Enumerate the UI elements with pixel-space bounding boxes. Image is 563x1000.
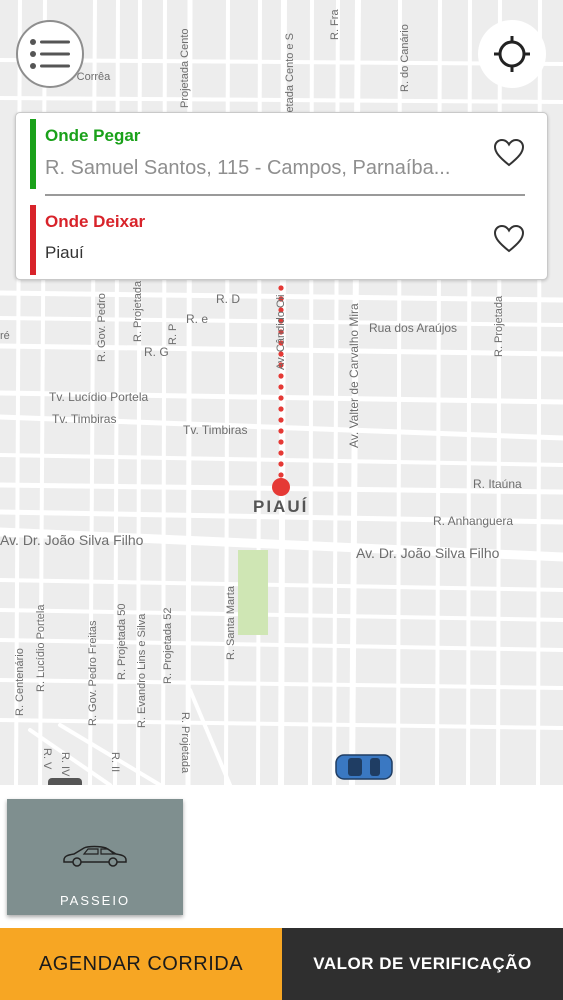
street-label: R. IV (59, 752, 71, 777)
pickup-field[interactable]: Onde Pegar R. Samuel Santos, 115 - Campo… (16, 117, 547, 193)
pickup-indicator (30, 119, 36, 189)
street-label: R. G (144, 345, 169, 359)
pickup-title: Onde Pegar (45, 126, 141, 145)
street-label: R. Projetada (493, 295, 505, 357)
street-label: R. Gov. Pedro Freitas (87, 620, 99, 726)
street-label: R. Projetada 52 (162, 607, 174, 684)
street-label: R. Projetada (179, 712, 191, 774)
street-label: Tv. Timbiras (183, 423, 248, 437)
menu-list-icon (30, 39, 70, 69)
street-label: Av. Dr. João Silva Filho (356, 545, 500, 561)
street-label: R. do Canário (399, 24, 411, 92)
street-label: R. Lucídio Portela (35, 604, 47, 692)
vehicle-label: PASSEIO (59, 893, 131, 908)
favorite-dropoff-heart-icon[interactable] (493, 223, 525, 255)
street-label: Rua dos Araújos (369, 321, 458, 335)
favorite-pickup-heart-icon[interactable] (493, 137, 525, 169)
street-label: Tv. Timbiras (52, 412, 117, 426)
crosshair-icon (494, 36, 530, 72)
dropoff-indicator (30, 205, 36, 275)
street-label: R. Projetada 50 (116, 603, 128, 680)
street-label: R. Anhanguera (433, 514, 514, 528)
street-label: R. Fra (329, 9, 341, 40)
street-label: R. D (216, 292, 240, 306)
street-label: R. P (167, 323, 179, 345)
street-label: R. Projetada (132, 280, 144, 342)
street-label: R. Centenário (14, 648, 26, 716)
street-label: R. V (41, 748, 53, 770)
street-label: jetada Cento e S (284, 33, 296, 115)
address-card: Onde Pegar R. Samuel Santos, 115 - Campo… (15, 112, 548, 280)
car-marker-partial (48, 778, 82, 785)
street-label: Tv. Lucídio Portela (49, 390, 149, 404)
district-label: PIAUÍ (253, 497, 309, 516)
dropoff-title: Onde Deixar (45, 212, 146, 231)
dropoff-address[interactable]: Piauí (45, 243, 475, 263)
street-label: R. e (186, 312, 209, 326)
card-divider (45, 194, 525, 196)
street-label: Av. Valter de Carvalho Mira (347, 303, 361, 448)
menu-button[interactable] (16, 20, 84, 88)
check-price-button[interactable]: VALOR DE VERIFICAÇÃO (282, 928, 563, 1000)
street-label: R. Evandro Lins e Silva (136, 613, 148, 728)
street-label: Av. Dr. João Silva Filho (0, 532, 144, 548)
schedule-ride-button[interactable]: AGENDAR CORRIDA (0, 928, 282, 1000)
street-label: ré (0, 330, 10, 342)
street-label: R. Itaúna (473, 477, 522, 491)
street-label: R. Gov. Pedro (96, 293, 108, 362)
street-label: Projetada Cento (179, 28, 191, 109)
car-marker (335, 754, 393, 780)
car-icon (63, 845, 127, 867)
street-label: Av. Cândido Oli (275, 294, 287, 370)
street-label: R. Santa Marta (225, 586, 237, 660)
park-area (238, 550, 268, 635)
destination-pin (272, 478, 290, 496)
pickup-address[interactable]: R. Samuel Santos, 115 - Campos, Parnaíba… (45, 157, 475, 180)
dropoff-field[interactable]: Onde Deixar Piauí (16, 203, 547, 279)
street-label: R. II (109, 752, 121, 773)
gps-button[interactable] (478, 20, 546, 88)
